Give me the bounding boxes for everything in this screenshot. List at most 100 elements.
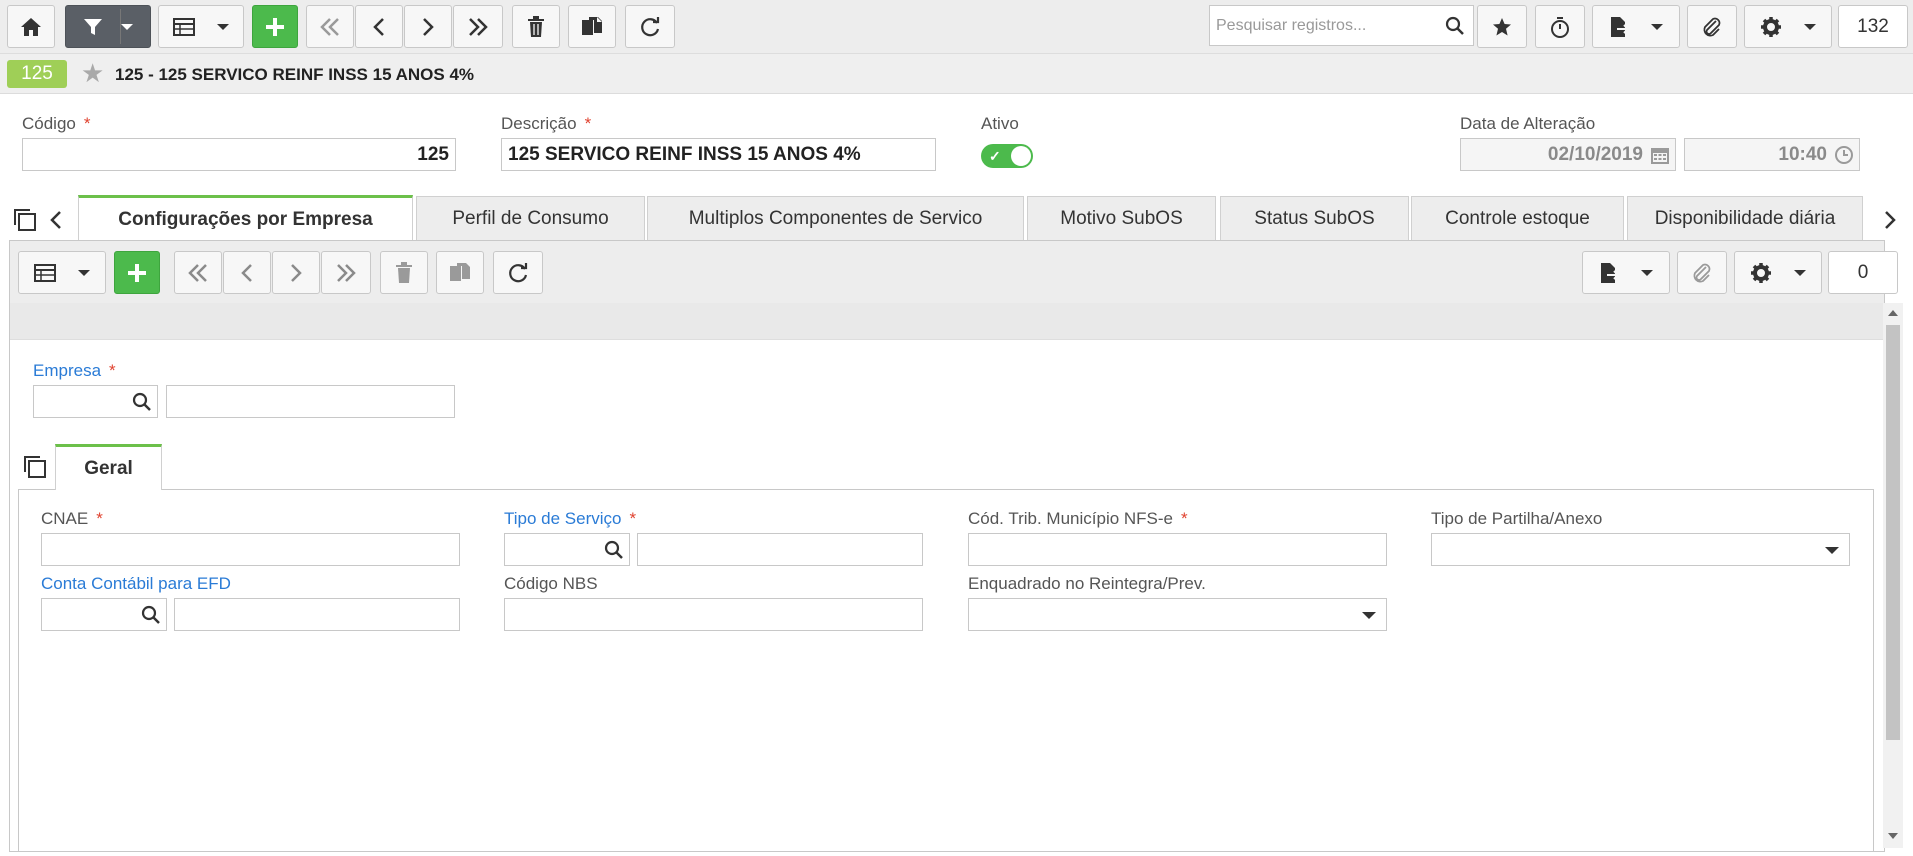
chevron-down-icon <box>1362 612 1376 619</box>
gear-icon <box>1751 262 1771 283</box>
next-record-button[interactable] <box>404 5 452 48</box>
cnae-field[interactable] <box>41 533 460 566</box>
search-icon[interactable] <box>132 392 152 412</box>
detail-duplicate-button[interactable] <box>436 251 484 294</box>
tipo-partilha-select[interactable] <box>1431 533 1850 566</box>
detail-next-button[interactable] <box>272 251 320 294</box>
tab-controle-estoque[interactable]: Controle estoque <box>1411 196 1624 241</box>
tab-motivo-subos[interactable]: Motivo SubOS <box>1027 196 1216 241</box>
page-title: 125 - 125 SERVICO REINF INSS 15 ANOS 4% <box>115 65 475 84</box>
record-count: 132 <box>1838 5 1908 48</box>
favorite-star-icon[interactable]: ★ <box>81 60 104 86</box>
detail-grid-view-button[interactable] <box>18 251 106 294</box>
cod-trib-field[interactable] <box>968 533 1387 566</box>
duplicate-button[interactable] <box>568 5 616 48</box>
detail-refresh-button[interactable] <box>493 251 543 294</box>
star-icon <box>1493 17 1511 35</box>
detail-attachment-button[interactable] <box>1677 251 1727 294</box>
search-icon[interactable] <box>141 605 161 625</box>
refresh-button[interactable] <box>625 5 675 48</box>
required-marker: * <box>584 114 592 133</box>
empresa-code-field[interactable] <box>33 385 158 418</box>
grid-view-caret[interactable] <box>217 23 229 30</box>
codigo-label-text: Código <box>22 114 76 133</box>
scrollbar-thumb[interactable] <box>1886 325 1900 740</box>
tab-geral[interactable]: Geral <box>55 444 162 490</box>
detail-export-caret[interactable] <box>1641 269 1653 276</box>
filter-dropdown-caret[interactable] <box>121 23 133 30</box>
codigo-nbs-field[interactable] <box>504 598 923 631</box>
add-record-button[interactable] <box>252 5 298 48</box>
detail-record-count: 0 <box>1828 251 1898 294</box>
data-alteracao-date-value: 02/10/2019 <box>1547 143 1643 165</box>
home-button[interactable] <box>7 5 55 48</box>
tab-label: Perfil de Consumo <box>452 208 609 229</box>
detail-settings-button[interactable] <box>1734 251 1822 294</box>
detail-first-button[interactable] <box>174 251 222 294</box>
filter-button[interactable] <box>65 5 151 48</box>
cnae-label: CNAE * <box>41 509 103 529</box>
scroll-up-arrow[interactable] <box>1888 310 1898 316</box>
empresa-name-field[interactable] <box>166 385 455 418</box>
paperclip-icon <box>1703 17 1721 36</box>
vertical-scrollbar[interactable] <box>1883 303 1903 848</box>
tipo-servico-code-field[interactable] <box>504 533 630 566</box>
tabs-scroll-left-icon[interactable] <box>49 210 63 235</box>
descricao-field[interactable]: 125 SERVICO REINF INSS 15 ANOS 4% <box>501 138 936 171</box>
detail-grid-view-caret[interactable] <box>78 269 90 276</box>
search-icon[interactable] <box>604 540 624 560</box>
plus-icon <box>128 263 146 282</box>
timer-button[interactable] <box>1535 5 1585 48</box>
search-input[interactable]: Pesquisar registros... <box>1209 5 1474 46</box>
tipo-servico-name-field[interactable] <box>637 533 923 566</box>
detail-previous-button[interactable] <box>223 251 271 294</box>
search-icon[interactable] <box>1445 16 1465 36</box>
data-alteracao-time-field: 10:40 <box>1684 138 1860 171</box>
tab-label: Controle estoque <box>1445 208 1590 229</box>
export-button[interactable] <box>1592 5 1680 48</box>
gear-icon <box>1761 16 1781 37</box>
tab-perfil-de-consumo[interactable]: Perfil de Consumo <box>416 196 645 241</box>
record-id-badge: 125 <box>7 60 67 88</box>
first-record-button[interactable] <box>306 5 354 48</box>
detail-settings-caret[interactable] <box>1794 269 1806 276</box>
previous-record-button[interactable] <box>355 5 403 48</box>
refresh-icon <box>641 16 660 36</box>
tab-configuracoes-por-empresa[interactable]: Configurações por Empresa <box>78 195 413 241</box>
ativo-toggle[interactable]: ✓ <box>981 144 1033 168</box>
tab-disponibilidade-diaria[interactable]: Disponibilidade diária <box>1627 196 1863 241</box>
settings-caret[interactable] <box>1804 23 1816 30</box>
scroll-down-arrow[interactable] <box>1888 833 1898 839</box>
last-record-button[interactable] <box>453 5 503 48</box>
tab-multiplos-componentes[interactable]: Multiplos Componentes de Servico <box>647 196 1024 241</box>
enquadrado-select[interactable] <box>968 598 1387 631</box>
double-chevron-left-icon <box>188 263 207 282</box>
paperclip-icon <box>1693 263 1711 282</box>
data-alteracao-date-field: 02/10/2019 <box>1460 138 1676 171</box>
detail-export-button[interactable] <box>1582 251 1670 294</box>
chevron-right-icon <box>291 263 302 282</box>
detail-record-count-value: 0 <box>1857 261 1869 283</box>
detail-last-button[interactable] <box>321 251 371 294</box>
detail-delete-button[interactable] <box>380 251 428 294</box>
tipo-partilha-label: Tipo de Partilha/Anexo <box>1431 509 1603 528</box>
grid-view-button[interactable] <box>158 5 244 48</box>
settings-button[interactable] <box>1744 5 1832 48</box>
conta-contabil-code-field[interactable] <box>41 598 167 631</box>
empresa-label[interactable]: Empresa * <box>33 361 116 381</box>
conta-contabil-name-field[interactable] <box>174 598 460 631</box>
codigo-field[interactable]: 125 <box>22 138 456 171</box>
inner-tabs-menu-icon[interactable] <box>23 455 47 484</box>
favorite-button[interactable] <box>1477 5 1527 48</box>
conta-contabil-label[interactable]: Conta Contábil para EFD <box>41 574 231 594</box>
attachment-button[interactable] <box>1687 5 1737 48</box>
detail-add-button[interactable] <box>114 251 160 294</box>
double-chevron-left-icon <box>320 17 339 36</box>
tabs-scroll-right-icon[interactable] <box>1883 210 1897 235</box>
export-caret[interactable] <box>1651 23 1663 30</box>
tab-status-subos[interactable]: Status SubOS <box>1220 196 1409 241</box>
required-marker: * <box>629 509 637 528</box>
tipo-servico-label[interactable]: Tipo de Serviço * <box>504 509 636 529</box>
delete-button[interactable] <box>512 5 560 48</box>
tabs-menu-icon[interactable] <box>13 208 37 237</box>
